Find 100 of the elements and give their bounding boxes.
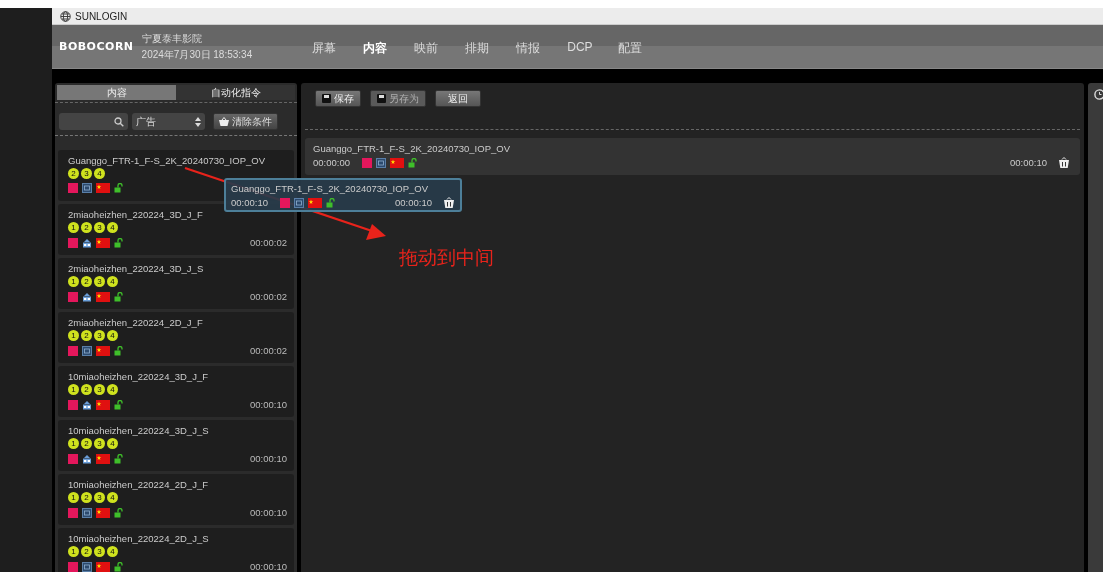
nav-tab[interactable]: 配置 (618, 36, 670, 57)
clear-filter-button[interactable]: 清除条件 (213, 113, 278, 130)
search-icon (114, 116, 124, 127)
number-badge: 4 (107, 384, 118, 395)
unlock-icon (114, 507, 123, 518)
content-name: 2miaoheizhen_220224_2D_J_F (68, 317, 204, 328)
duration: 00:00:10 (250, 507, 287, 518)
status-square-icon (68, 453, 78, 464)
number-badge: 1 (68, 384, 79, 395)
number-badge: 1 (68, 330, 79, 341)
category-select[interactable]: 广告 (132, 113, 205, 130)
number-badge: 1 (68, 222, 79, 233)
content-name: 10miaoheizhen_220224_2D_J_S (68, 533, 210, 544)
trash-icon (444, 197, 454, 208)
screen-icon (294, 197, 304, 208)
flag-icon (308, 197, 322, 208)
number-badge: 4 (107, 330, 118, 341)
toolbar-button[interactable]: 保存 (315, 90, 361, 107)
flag-icon (96, 291, 110, 302)
status-square-icon (68, 183, 78, 193)
panel-tab[interactable]: 自动化指令 (176, 85, 295, 100)
content-name: 10miaoheizhen_220224_3D_J_S (68, 425, 210, 436)
globe-icon (60, 10, 71, 22)
unlock-icon (408, 157, 417, 168)
number-badge: 2 (81, 276, 92, 287)
number-badge: 4 (107, 222, 118, 233)
number-badge: 3 (94, 492, 105, 503)
number-badge: 2 (81, 438, 92, 449)
nav-tab[interactable]: 映前 (414, 36, 466, 57)
nav-tab[interactable]: 屏幕 (312, 36, 364, 57)
screen-icon (82, 183, 92, 193)
unlock-icon (114, 237, 123, 248)
number-badge: 2 (81, 492, 92, 503)
content-card[interactable]: 10miaoheizhen_220224_2D_J_S 1 2 3 4 00:00:10 (58, 528, 294, 572)
status-square-icon (68, 507, 78, 518)
glasses-icon (82, 291, 92, 302)
panel-tab[interactable]: 内容 (57, 85, 176, 100)
search-field[interactable] (59, 113, 128, 130)
status-square-icon (280, 197, 290, 208)
content-card[interactable]: 10miaoheizhen_220224_2D_J_F 1 2 3 4 00:00:10 (58, 474, 294, 525)
number-badge: 4 (94, 168, 105, 179)
duration: 00:00:10 (1010, 157, 1047, 168)
content-name: 10miaoheizhen_220224_3D_J_F (68, 371, 209, 382)
nav-tab[interactable]: 情报 (516, 36, 568, 57)
timeline-item[interactable]: Guanggo_FTR-1_F-S_2K_20240730_IOP_OV 00:00:00 00:00:10 (305, 138, 1080, 175)
start-time: 00:00:00 (313, 157, 350, 168)
number-badge: 1 (68, 438, 79, 449)
flag-icon (96, 183, 110, 193)
screen-icon (82, 507, 92, 518)
number-badge: 2 (81, 384, 92, 395)
number-badge: 3 (94, 330, 105, 341)
content-name: 2miaoheizhen_220224_3D_J_S (68, 263, 205, 274)
duration: 00:00:10 (250, 453, 287, 464)
content-name: Guanggo_FTR-1_F-S_2K_20240730_IOP_OV (68, 155, 266, 166)
flag-icon (96, 561, 110, 572)
number-badge: 2 (81, 330, 92, 341)
duration: 00:00:02 (250, 345, 287, 356)
number-badge: 4 (107, 276, 118, 287)
duration: 00:00:10 (250, 561, 287, 572)
toolbar-button[interactable]: 返回 (435, 90, 481, 107)
flag-icon (390, 157, 404, 168)
duration: 00:00:10 (250, 399, 287, 410)
number-badge: 2 (81, 546, 92, 557)
content-card[interactable]: 2miaoheizhen_220224_2D_J_F 1 2 3 4 00:00:02 (58, 312, 294, 363)
flag-icon (96, 507, 110, 518)
duration: 00:00:02 (250, 291, 287, 302)
flag-icon (96, 453, 110, 464)
unlock-icon (326, 197, 335, 208)
number-badge: 1 (68, 492, 79, 503)
duration: 00:00:02 (250, 237, 287, 248)
number-badge: 1 (68, 546, 79, 557)
status-square-icon (68, 237, 78, 248)
number-badge: 4 (107, 492, 118, 503)
basket-icon (219, 117, 229, 126)
content-name: 10miaoheizhen_220224_2D_J_F (68, 479, 209, 490)
content-name: 2miaoheizhen_220224_3D_J_F (68, 209, 204, 220)
content-card[interactable]: 2miaoheizhen_220224_3D_J_S 1 2 3 4 00:00:02 (58, 258, 294, 309)
status-square-icon (68, 399, 78, 410)
number-badge: 2 (68, 168, 79, 179)
drag-tooltip[interactable]: Guanggo_FTR-1_F-S_2K_20240730_IOP_OV 00:00:10 00:00:10 (224, 178, 462, 212)
unlock-icon (114, 399, 123, 410)
unlock-icon (114, 183, 123, 193)
nav-tab[interactable]: 内容 (363, 36, 415, 57)
unlock-icon (114, 561, 123, 572)
nav-tab[interactable]: 排期 (465, 36, 517, 57)
unlock-icon (114, 291, 123, 302)
screen-icon (82, 561, 92, 572)
unlock-icon (114, 345, 123, 356)
screen-icon (376, 157, 386, 168)
cinema-name: 宁夏泰丰影院 (141, 31, 203, 46)
number-badge: 4 (107, 546, 118, 557)
status-square-icon (362, 157, 372, 168)
trash-icon[interactable] (1059, 157, 1069, 168)
number-badge: 4 (107, 438, 118, 449)
content-card[interactable]: 10miaoheizhen_220224_3D_J_S 1 2 3 4 00:00:10 (58, 420, 294, 471)
duration: 00:00:10 (395, 197, 432, 208)
screen-icon (82, 345, 92, 356)
content-card[interactable]: 10miaoheizhen_220224_3D_J_F 1 2 3 4 00:00:10 (58, 366, 294, 417)
window-title: SUNLOGIN (75, 10, 128, 22)
unlock-icon (114, 453, 123, 464)
